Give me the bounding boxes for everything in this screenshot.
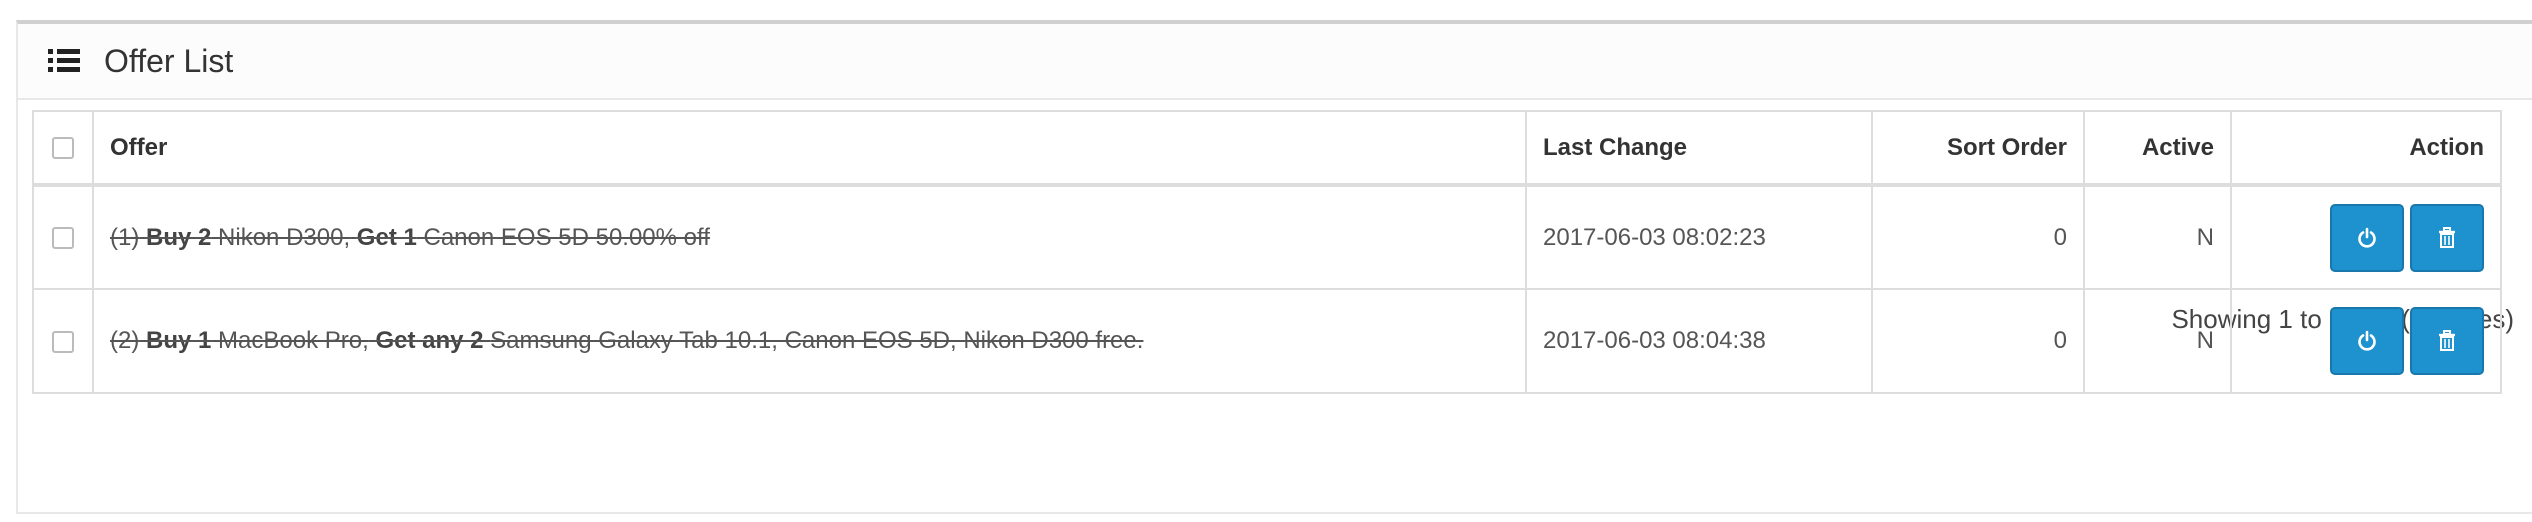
trash-icon (2439, 226, 2455, 248)
power-icon (2358, 227, 2376, 248)
row-select-cell (32, 288, 94, 394)
offer-buy-item: MacBook Pro, (218, 327, 369, 354)
offer-buy-item: Nikon D300, (218, 223, 351, 251)
list-icon (48, 49, 80, 73)
offer-buy-label: Buy 2 (146, 223, 212, 251)
offer-number: (2) (110, 327, 140, 354)
last-change-cell: 2017-06-03 08:04:38 (1525, 288, 1873, 394)
row-select-cell (32, 184, 94, 290)
table-header-row: Offer Last Change Sort Order Active Acti… (32, 110, 2502, 187)
row-checkbox[interactable] (52, 330, 74, 353)
row-checkbox[interactable] (52, 227, 74, 250)
offer-buy-label: Buy 1 (146, 327, 212, 354)
offer-table: Offer Last Change Sort Order Active Acti… (32, 110, 2502, 394)
last-change-cell: 2017-06-03 08:02:23 (1525, 184, 1873, 290)
sort-by-last-change-link[interactable]: Last Change (1525, 110, 1873, 187)
select-all-checkbox[interactable] (52, 137, 74, 160)
delete-button[interactable] (2410, 203, 2484, 272)
trash-icon (2439, 330, 2455, 351)
offer-get-label: Get any 2 (375, 327, 484, 354)
select-all-cell (32, 110, 94, 187)
offer-description: (2) Buy 1 MacBook Pro, Get any 2 Samsung… (110, 327, 1143, 354)
sort-order-cell: 0 (1871, 288, 2085, 394)
active-cell: N (2083, 184, 2232, 290)
offer-get-item: Canon EOS 5D 50.00% off (423, 223, 710, 251)
sort-by-sort-order-link[interactable]: Sort Order (1871, 110, 2085, 187)
column-header-active: Active (2083, 110, 2232, 187)
toggle-status-button[interactable] (2330, 203, 2404, 272)
panel-title: Offer List (104, 42, 234, 79)
delete-button[interactable] (2410, 307, 2484, 375)
offer-number: (1) (110, 223, 140, 251)
offer-get-label: Get 1 (356, 223, 417, 251)
table-row: (1) Buy 2 Nikon D300, Get 1 Canon EOS 5D… (32, 184, 2502, 290)
toggle-status-button[interactable] (2330, 307, 2404, 375)
action-cell (2230, 288, 2502, 394)
offer-cell: (2) Buy 1 MacBook Pro, Get any 2 Samsung… (92, 288, 1527, 394)
offer-cell: (1) Buy 2 Nikon D300, Get 1 Canon EOS 5D… (92, 184, 1527, 290)
offer-get-item: Samsung Galaxy Tab 10.1, Canon EOS 5D, N… (490, 327, 1144, 354)
action-cell (2230, 184, 2502, 290)
offer-description: (1) Buy 2 Nikon D300, Get 1 Canon EOS 5D… (110, 224, 710, 251)
sort-order-cell: 0 (1871, 184, 2085, 290)
column-header-offer: Offer (92, 110, 1527, 187)
active-cell: N (2083, 288, 2232, 394)
column-header-action: Action (2230, 110, 2502, 187)
table-row: (2) Buy 1 MacBook Pro, Get any 2 Samsung… (32, 288, 2502, 394)
power-icon (2358, 330, 2376, 351)
panel-heading: Offer List (18, 24, 2532, 100)
